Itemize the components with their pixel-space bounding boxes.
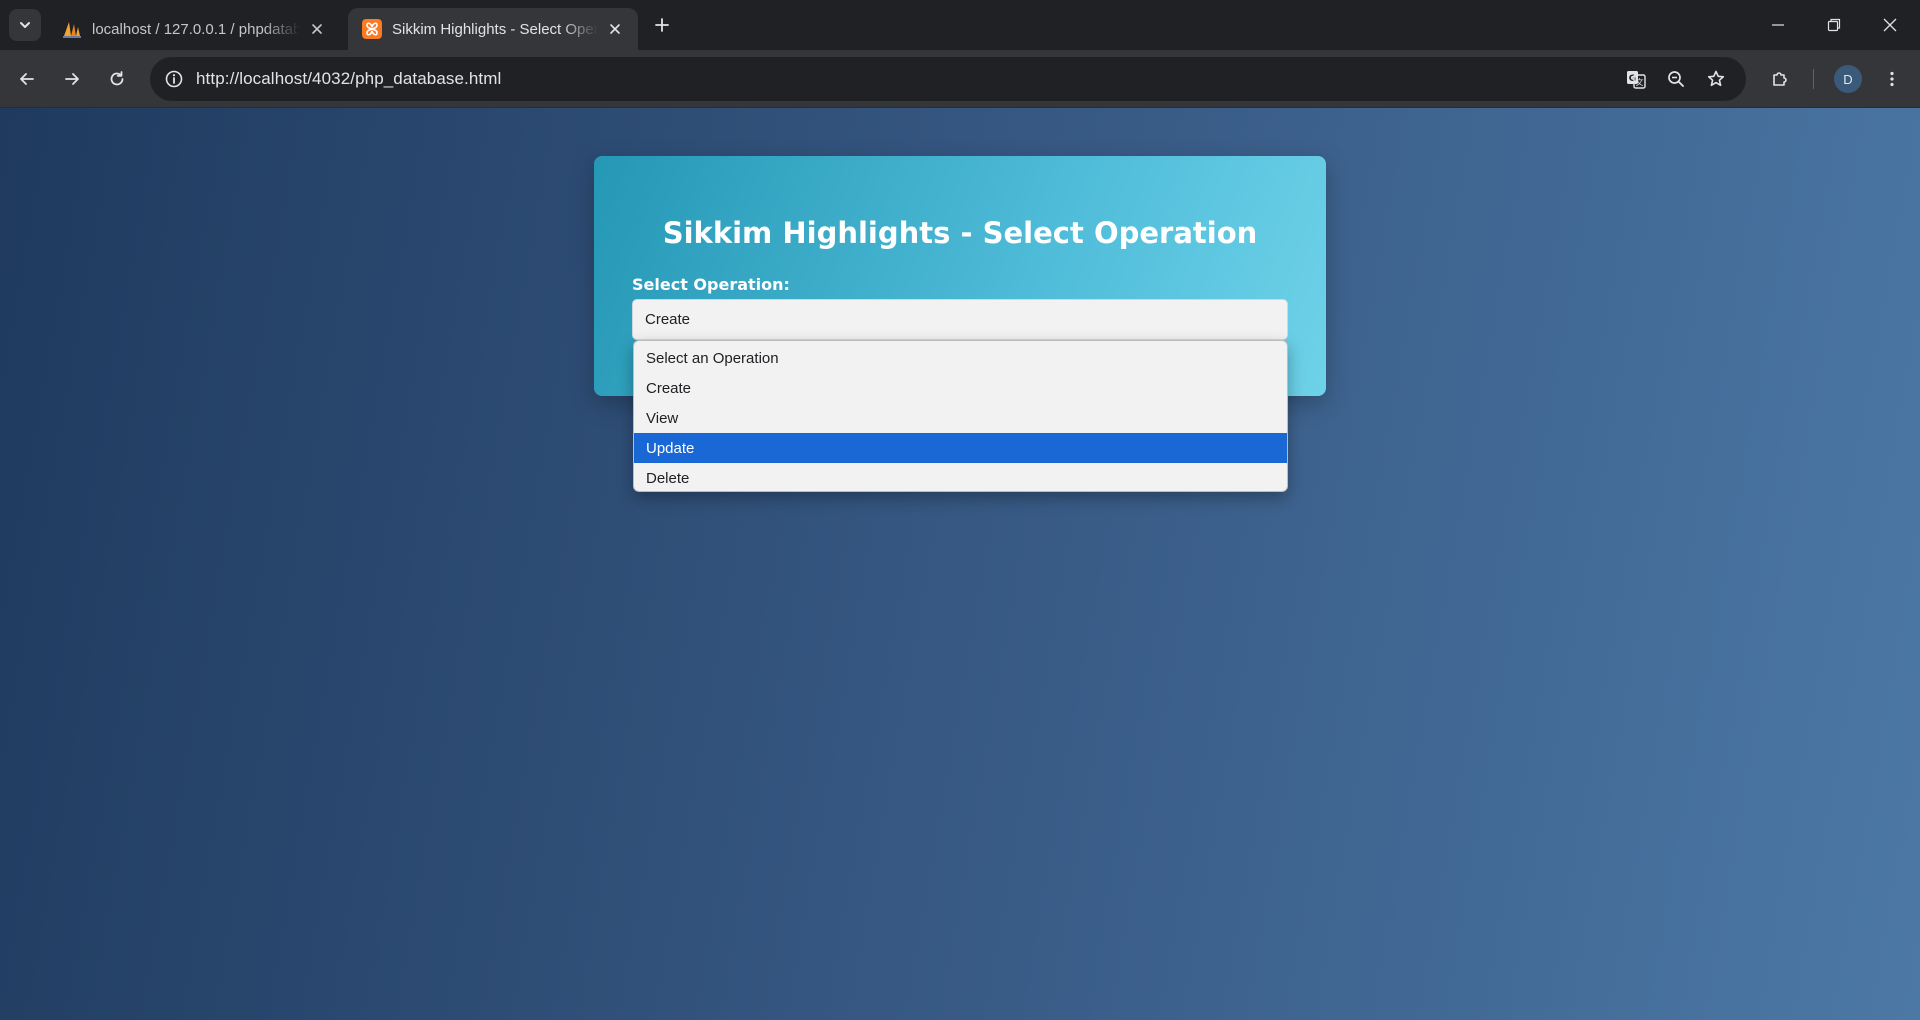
restore-icon (1827, 18, 1841, 32)
svg-text:文: 文 (1636, 77, 1644, 87)
selected-value: Create (645, 311, 691, 328)
zoom-out-icon (1668, 71, 1684, 87)
profile-avatar[interactable]: D (1834, 65, 1862, 93)
option-select-an-operation[interactable]: Select an Operation (634, 343, 1287, 373)
close-icon[interactable] (306, 18, 328, 40)
zoom-button[interactable] (1660, 63, 1692, 95)
chevron-down-icon (20, 22, 30, 28)
close-icon[interactable] (604, 18, 626, 40)
option-view[interactable]: View (634, 403, 1287, 433)
xampp-icon (362, 19, 382, 39)
select-operation-label: Select Operation: (632, 275, 790, 294)
option-create[interactable]: Create (634, 373, 1287, 403)
operation-dropdown-list: Select an Operation Create View Update D… (633, 340, 1288, 492)
tab-phpmyadmin[interactable]: localhost / 127.0.0.1 / phpdatabase (48, 8, 340, 50)
toolbar-divider (1813, 69, 1814, 89)
translate-button[interactable]: G文 (1620, 63, 1652, 95)
menu-button[interactable] (1874, 61, 1910, 97)
browser-toolbar: http://localhost/4032/php_database.html … (0, 50, 1920, 108)
star-icon (1707, 70, 1725, 87)
url-text[interactable]: http://localhost/4032/php_database.html (196, 69, 501, 89)
tab-title: Sikkim Highlights - Select Operation (392, 20, 598, 38)
tab-search-button[interactable] (9, 9, 41, 41)
translate-icon: G文 (1627, 71, 1646, 89)
tab-strip: localhost / 127.0.0.1 / phpdatabase Sikk… (0, 0, 1920, 50)
new-tab-button[interactable] (648, 11, 676, 39)
option-delete[interactable]: Delete (634, 463, 1287, 491)
reload-button[interactable] (99, 61, 135, 97)
restore-button[interactable] (1806, 0, 1862, 50)
option-update[interactable]: Update (634, 433, 1287, 463)
tab-sikkim-highlights[interactable]: Sikkim Highlights - Select Operation (348, 8, 638, 50)
page-title: Sikkim Highlights - Select Operation (662, 216, 1258, 250)
operation-select[interactable]: Create (632, 299, 1288, 340)
back-button[interactable] (9, 61, 45, 97)
arrow-left-icon (20, 73, 34, 85)
kebab-menu-icon (1890, 71, 1894, 87)
close-icon (1883, 18, 1897, 32)
bookmark-button[interactable] (1700, 63, 1732, 95)
phpmyadmin-sail-icon (62, 19, 82, 39)
address-bar[interactable]: http://localhost/4032/php_database.html … (150, 57, 1746, 101)
extensions-button[interactable] (1762, 61, 1798, 97)
info-icon (165, 70, 183, 88)
close-window-button[interactable] (1862, 0, 1918, 50)
page-viewport: Sikkim Highlights - Select Operation Sel… (0, 108, 1920, 1020)
tab-title: localhost / 127.0.0.1 / phpdatabase (92, 20, 300, 38)
plus-icon (655, 18, 669, 32)
puzzle-icon (1773, 72, 1787, 86)
minimize-button[interactable] (1750, 0, 1806, 50)
reload-icon (110, 71, 124, 86)
forward-button[interactable] (54, 61, 90, 97)
arrow-right-icon (65, 73, 79, 85)
minimize-icon (1772, 24, 1784, 26)
site-info-button[interactable] (158, 63, 190, 95)
